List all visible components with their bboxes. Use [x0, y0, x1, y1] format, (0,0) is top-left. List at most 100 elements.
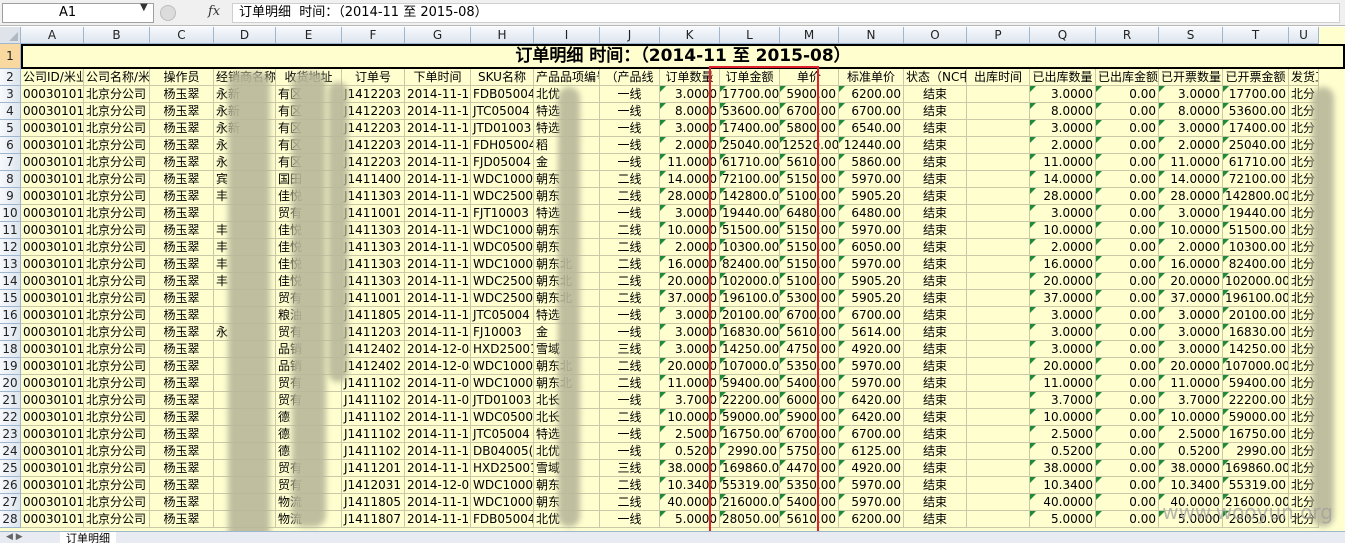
cell[interactable]: 16830.00 — [720, 324, 780, 341]
cell[interactable]: 6700.00 — [839, 103, 904, 120]
cell[interactable]: 二线 — [600, 375, 660, 392]
cell[interactable]: 000301011 — [21, 392, 84, 409]
cell[interactable]: 5100.00 — [780, 188, 839, 205]
cell[interactable]: 61710.00 — [1223, 154, 1289, 171]
cell[interactable]: 杨玉翠 — [150, 477, 214, 494]
column-header-H[interactable]: H — [471, 27, 534, 44]
cell[interactable]: 11.0000 — [1159, 375, 1223, 392]
cell[interactable]: 38.0000 — [1159, 460, 1223, 477]
cell[interactable]: WDC05004 — [471, 409, 534, 426]
cell[interactable]: 17400.00 — [720, 120, 780, 137]
cell[interactable]: 000301011 — [21, 426, 84, 443]
cell[interactable]: 169860.00 — [720, 460, 780, 477]
cell[interactable]: 一线 — [600, 205, 660, 222]
cell[interactable]: 8.0000 — [1030, 103, 1096, 120]
cell[interactable]: J1411400 — [342, 171, 405, 188]
cell[interactable]: 0.00 — [1096, 188, 1159, 205]
cell[interactable]: 5905.20 — [839, 188, 904, 205]
cell[interactable]: 结束 — [904, 358, 967, 375]
column-title[interactable]: 发货工厂 — [1289, 69, 1319, 86]
cell[interactable] — [967, 171, 1030, 188]
cell[interactable]: 22200.00 — [1223, 392, 1289, 409]
cell[interactable]: 杨玉翠 — [150, 120, 214, 137]
cell[interactable]: 二线 — [600, 477, 660, 494]
column-title[interactable]: 已开票数量 — [1159, 69, 1223, 86]
cell[interactable] — [967, 188, 1030, 205]
cell[interactable]: 3.7000 — [1030, 392, 1096, 409]
cell[interactable]: 二线 — [600, 171, 660, 188]
cell[interactable]: 10.0000 — [1159, 409, 1223, 426]
cell[interactable]: 北京分公司 — [84, 375, 150, 392]
cell[interactable]: 结束 — [904, 222, 967, 239]
cell[interactable]: 杨玉翠 — [150, 222, 214, 239]
row-header[interactable]: 4 — [0, 103, 21, 120]
column-title[interactable]: 产品品项编号 — [534, 69, 600, 86]
cell[interactable]: 6700.00 — [839, 307, 904, 324]
column-title[interactable]: 下单时间 — [405, 69, 471, 86]
cell[interactable]: 一线 — [600, 137, 660, 154]
cell[interactable]: 169860.00 — [1223, 460, 1289, 477]
column-header-S[interactable]: S — [1159, 27, 1223, 44]
cell[interactable]: JTC05004 — [471, 307, 534, 324]
cell[interactable]: J1412203 — [342, 103, 405, 120]
sheet-title-cell[interactable]: 订单明细 时间：（2014-11 至 2015-08） — [21, 44, 1345, 69]
cell[interactable]: 51500.00 — [720, 222, 780, 239]
cell[interactable]: HXD25001 — [471, 460, 534, 477]
cell[interactable]: 结束 — [904, 120, 967, 137]
cell[interactable]: 11.0000 — [660, 375, 720, 392]
cell[interactable]: 0.00 — [1096, 392, 1159, 409]
cell[interactable]: 杨玉翠 — [150, 511, 214, 528]
cell[interactable]: 6540.00 — [839, 120, 904, 137]
cell[interactable]: 16.0000 — [1030, 256, 1096, 273]
cell[interactable]: WDC1000 — [471, 494, 534, 511]
cell[interactable] — [967, 256, 1030, 273]
cell[interactable]: WDC1000 — [471, 375, 534, 392]
cell[interactable]: 2014-11-18 — [405, 494, 471, 511]
cell[interactable]: J1411303 — [342, 239, 405, 256]
cell[interactable]: 16.0000 — [1159, 256, 1223, 273]
cell[interactable]: 2.0000 — [1030, 137, 1096, 154]
column-title[interactable]: 单价 — [780, 69, 839, 86]
cell[interactable]: 82400.00 — [1223, 256, 1289, 273]
cell[interactable]: 000301011 — [21, 375, 84, 392]
cell[interactable]: 5970.00 — [839, 477, 904, 494]
column-title[interactable]: 出库时间 — [967, 69, 1030, 86]
column-header-B[interactable]: B — [84, 27, 150, 44]
row-header[interactable]: 22 — [0, 409, 21, 426]
cell[interactable]: 19440.00 — [720, 205, 780, 222]
cell[interactable]: J1411805 — [342, 494, 405, 511]
cell[interactable]: 杨玉翠 — [150, 358, 214, 375]
cell[interactable]: 5400.00 — [780, 494, 839, 511]
cell[interactable]: 结束 — [904, 494, 967, 511]
cell[interactable]: 0.00 — [1096, 205, 1159, 222]
column-header-T[interactable]: T — [1223, 27, 1289, 44]
cell[interactable]: 53600.00 — [1223, 103, 1289, 120]
row-header[interactable]: 11 — [0, 222, 21, 239]
cell[interactable]: HXD25001 — [471, 341, 534, 358]
cell[interactable]: 28050.00 — [720, 511, 780, 528]
cell[interactable]: J1411303 — [342, 273, 405, 290]
cell[interactable]: 2014-11-06 — [405, 375, 471, 392]
cell[interactable]: 2014-11-14 — [405, 171, 471, 188]
cell[interactable]: 2014-11-10 — [405, 290, 471, 307]
cell[interactable]: 一线 — [600, 103, 660, 120]
column-header-O[interactable]: O — [904, 27, 967, 44]
cell[interactable]: 000301011 — [21, 460, 84, 477]
cell[interactable]: 北京分公司 — [84, 307, 150, 324]
cell[interactable]: 2014-11-12 — [405, 324, 471, 341]
cell[interactable]: 28.0000 — [1159, 188, 1223, 205]
cell[interactable]: 25040.00 — [720, 137, 780, 154]
cell[interactable]: J1412402 — [342, 341, 405, 358]
cell[interactable]: 5350.00 — [780, 358, 839, 375]
cell[interactable] — [967, 511, 1030, 528]
column-header-D[interactable]: D — [214, 27, 276, 44]
cell[interactable]: 2.5000 — [1030, 426, 1096, 443]
cell[interactable]: 6200.00 — [839, 511, 904, 528]
cell[interactable]: 38.0000 — [1030, 460, 1096, 477]
cell[interactable]: 3.0000 — [660, 307, 720, 324]
cell[interactable]: 22200.00 — [720, 392, 780, 409]
column-header-M[interactable]: M — [780, 27, 839, 44]
column-header-J[interactable]: J — [600, 27, 660, 44]
cell[interactable]: 72100.00 — [720, 171, 780, 188]
cell[interactable]: 102000.00 — [1223, 273, 1289, 290]
